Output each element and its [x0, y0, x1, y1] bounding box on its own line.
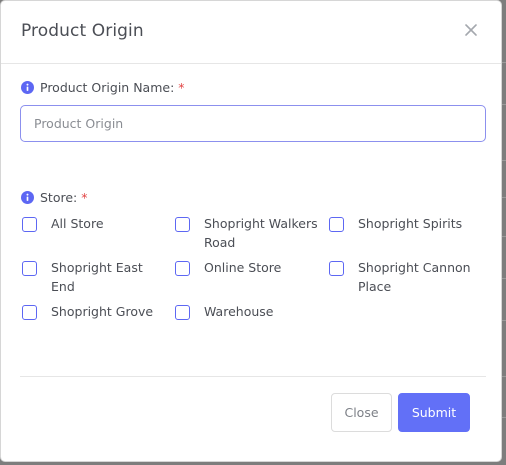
- submit-button[interactable]: Submit: [398, 393, 470, 432]
- checkbox[interactable]: [22, 217, 37, 232]
- checkbox-label: Shopright Grove: [51, 304, 154, 319]
- required-asterisk: *: [81, 190, 88, 205]
- checkbox[interactable]: [175, 217, 190, 232]
- store-option-shopright-spirits[interactable]: Shopright Spirits: [329, 216, 462, 233]
- checkbox-label: Shopright Cannon Place: [358, 260, 471, 294]
- modal-title: Product Origin: [21, 21, 144, 41]
- store-option-shopright-cannon-place[interactable]: Shopright Cannon Place: [329, 260, 479, 296]
- footer-divider: [20, 376, 486, 377]
- info-circle-icon: [21, 191, 34, 204]
- checkbox[interactable]: [329, 261, 344, 276]
- checkbox[interactable]: [175, 305, 190, 320]
- info-circle-icon: [21, 81, 34, 94]
- checkbox-label: All Store: [51, 216, 104, 231]
- store-label-text: Store:: [40, 190, 78, 205]
- store-option-online-store[interactable]: Online Store: [175, 260, 281, 277]
- product-origin-name-label: Product Origin Name: *: [21, 80, 185, 95]
- store-option-shopright-east-end[interactable]: Shopright East End: [22, 260, 162, 296]
- checkbox[interactable]: [22, 305, 37, 320]
- checkbox-label: Shopright Spirits: [358, 216, 463, 231]
- modal-header: Product Origin: [1, 1, 501, 64]
- checkbox-label: Shopright Walkers Road: [204, 216, 318, 250]
- product-origin-name-input[interactable]: [20, 105, 486, 142]
- store-option-shopright-grove[interactable]: Shopright Grove: [22, 304, 153, 321]
- checkbox-label: Online Store: [204, 260, 282, 275]
- checkbox[interactable]: [22, 261, 37, 276]
- store-option-warehouse[interactable]: Warehouse: [175, 304, 273, 321]
- name-label-text: Product Origin Name:: [40, 80, 175, 95]
- store-label: Store: *: [21, 190, 88, 205]
- checkbox[interactable]: [329, 217, 344, 232]
- product-origin-modal: Product Origin Product Origin Name: * St…: [0, 0, 502, 462]
- store-option-all-store[interactable]: All Store: [22, 216, 104, 233]
- checkbox-label: Shopright East End: [51, 260, 143, 294]
- checkbox[interactable]: [175, 261, 190, 276]
- close-x-icon[interactable]: [461, 20, 481, 40]
- close-button[interactable]: Close: [331, 393, 392, 432]
- required-asterisk: *: [178, 80, 185, 95]
- store-option-shopright-walkers-road[interactable]: Shopright Walkers Road: [175, 216, 325, 252]
- checkbox-label: Warehouse: [204, 304, 274, 319]
